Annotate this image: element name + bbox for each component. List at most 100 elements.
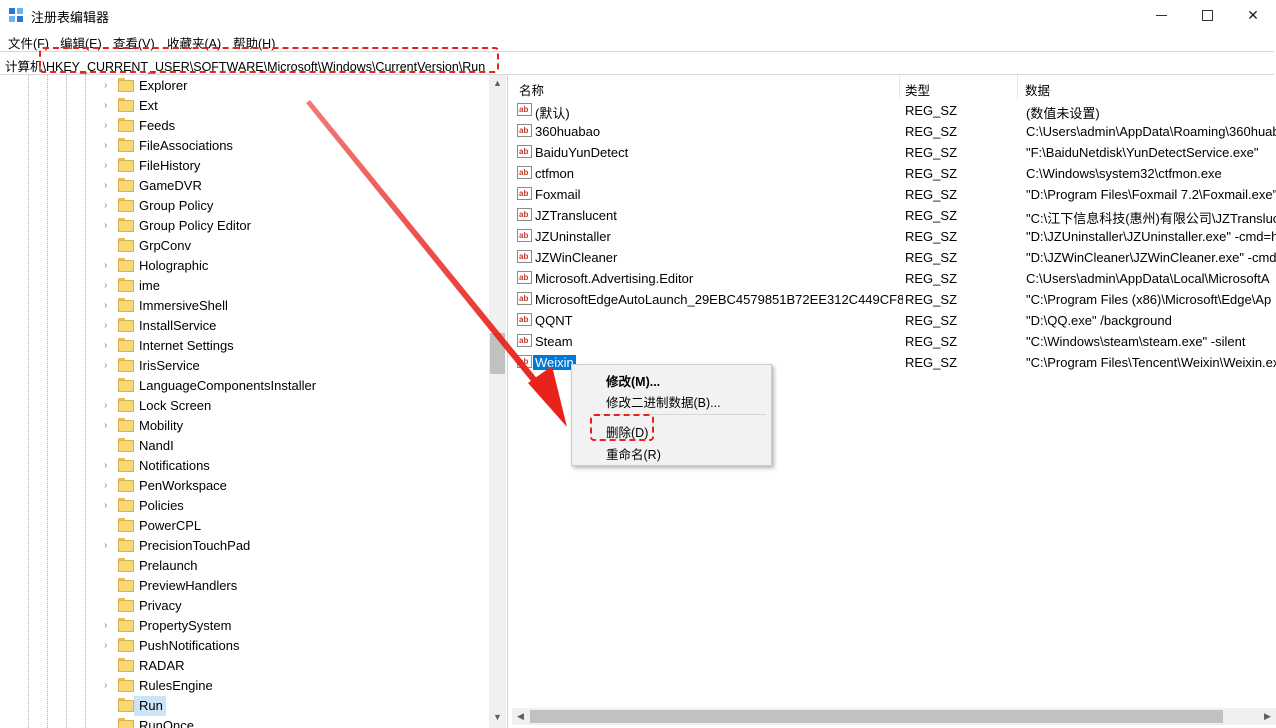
tree-item[interactable]: › Feeds bbox=[104, 116, 484, 136]
tree-item-label: FileHistory bbox=[139, 158, 201, 173]
value-name: BaiduYunDetect bbox=[535, 145, 629, 160]
chevron-right-icon[interactable]: › bbox=[104, 340, 114, 352]
folder-icon bbox=[118, 558, 134, 572]
list-row[interactable]: ab MicrosoftEdgeAutoLaunch_29EBC4579851B7… bbox=[512, 289, 1276, 310]
tree-item[interactable]: › Explorer bbox=[104, 76, 484, 96]
string-value-icon: ab bbox=[517, 334, 532, 347]
chevron-right-icon[interactable]: › bbox=[104, 160, 114, 172]
chevron-right-icon[interactable]: › bbox=[104, 140, 114, 152]
tree-item[interactable]: › ime bbox=[104, 276, 484, 296]
tree-item[interactable]: Privacy bbox=[104, 596, 484, 616]
tree-item[interactable]: › Mobility bbox=[104, 416, 484, 436]
tree-item[interactable]: › Policies bbox=[104, 496, 484, 516]
tree-item[interactable]: PreviewHandlers bbox=[104, 576, 484, 596]
tree-item[interactable]: › PropertySystem bbox=[104, 616, 484, 636]
chevron-right-icon[interactable]: › bbox=[104, 320, 114, 332]
folder-icon bbox=[118, 418, 134, 432]
tree-item[interactable]: › Notifications bbox=[104, 456, 484, 476]
column-header-name[interactable]: 名称 bbox=[512, 75, 902, 99]
tree-item[interactable]: › Holographic bbox=[104, 256, 484, 276]
tree-item[interactable]: › GameDVR bbox=[104, 176, 484, 196]
menu-rename[interactable]: 重命名(R) bbox=[572, 440, 771, 462]
list-row[interactable]: ab Microsoft.Advertising.Editor REG_SZ C:\U… bbox=[512, 268, 1276, 289]
registry-tree[interactable]: › Explorer › Ext › Feeds › FileAssociations › Fil… bbox=[0, 75, 508, 728]
tree-item[interactable]: › PushNotifications bbox=[104, 636, 484, 656]
minimize-button[interactable] bbox=[1138, 0, 1184, 31]
chevron-right-icon[interactable]: › bbox=[104, 300, 114, 312]
tree-item[interactable]: GrpConv bbox=[104, 236, 484, 256]
list-row[interactable]: ab (默认) REG_SZ (数值未设置) bbox=[512, 100, 1276, 121]
list-row[interactable]: ab Steam REG_SZ "C:\Windows\steam\steam.exe… bbox=[512, 331, 1276, 352]
tree-item[interactable]: › Group Policy bbox=[104, 196, 484, 216]
tree-item[interactable]: Prelaunch bbox=[104, 556, 484, 576]
value-type: REG_SZ bbox=[905, 187, 958, 202]
list-row[interactable]: ab JZWinCleaner REG_SZ "D:\JZWinCleaner\JZW… bbox=[512, 247, 1276, 268]
tree-item[interactable]: › ImmersiveShell bbox=[104, 296, 484, 316]
list-row[interactable]: ab 360huabao REG_SZ C:\Users\admin\AppData\… bbox=[512, 121, 1276, 142]
scroll-thumb[interactable] bbox=[490, 333, 505, 374]
list-row[interactable]: ab ctfmon REG_SZ C:\Windows\system32\ctfmon… bbox=[512, 163, 1276, 184]
scroll-right-icon[interactable]: ▶ bbox=[1259, 708, 1276, 725]
hscroll-thumb[interactable] bbox=[530, 710, 1223, 723]
chevron-right-icon[interactable]: › bbox=[104, 500, 114, 512]
maximize-icon bbox=[1201, 10, 1213, 21]
scroll-down-icon[interactable]: ▼ bbox=[489, 709, 506, 726]
value-name: MicrosoftEdgeAutoLaunch_29EBC4579851B72E… bbox=[535, 292, 903, 307]
chevron-right-icon[interactable]: › bbox=[104, 540, 114, 552]
tree-item-label: NandI bbox=[139, 438, 174, 453]
tree-item[interactable]: LanguageComponentsInstaller bbox=[104, 376, 484, 396]
menu-modify[interactable]: 修改(M)... bbox=[572, 367, 771, 389]
chevron-right-icon[interactable]: › bbox=[104, 200, 114, 212]
chevron-right-icon[interactable]: › bbox=[104, 100, 114, 112]
chevron-right-icon[interactable]: › bbox=[104, 220, 114, 232]
scroll-left-icon[interactable]: ◀ bbox=[512, 708, 529, 725]
tree-item[interactable]: NandI bbox=[104, 436, 484, 456]
tree-item[interactable]: › Internet Settings bbox=[104, 336, 484, 356]
tree-item[interactable]: RADAR bbox=[104, 656, 484, 676]
column-header-type[interactable]: 类型 bbox=[900, 75, 1018, 99]
tree-item-label: RADAR bbox=[139, 658, 185, 673]
column-header-data[interactable]: 数据 bbox=[1018, 75, 1276, 99]
chevron-right-icon[interactable]: › bbox=[104, 280, 114, 292]
chevron-right-icon[interactable]: › bbox=[104, 420, 114, 432]
chevron-right-icon[interactable]: › bbox=[104, 480, 114, 492]
chevron-right-icon[interactable]: › bbox=[104, 120, 114, 132]
tree-scrollbar[interactable]: ▲ ▼ bbox=[489, 75, 506, 728]
value-name: QQNT bbox=[535, 313, 573, 328]
chevron-right-icon[interactable]: › bbox=[104, 400, 114, 412]
scroll-up-icon[interactable]: ▲ bbox=[489, 75, 506, 92]
tree-item[interactable]: › IrisService bbox=[104, 356, 484, 376]
tree-item[interactable]: Run bbox=[104, 696, 484, 716]
list-row[interactable]: ab JZUninstaller REG_SZ "D:\JZUninstaller\J… bbox=[512, 226, 1276, 247]
chevron-right-icon[interactable]: › bbox=[104, 680, 114, 692]
close-button[interactable]: ✕ bbox=[1230, 0, 1276, 31]
string-value-icon: ab bbox=[517, 292, 532, 305]
chevron-right-icon[interactable]: › bbox=[104, 640, 114, 652]
tree-item[interactable]: PowerCPL bbox=[104, 516, 484, 536]
list-hscrollbar[interactable]: ◀ ▶ bbox=[512, 708, 1276, 725]
chevron-right-icon[interactable]: › bbox=[104, 360, 114, 372]
maximize-button[interactable] bbox=[1184, 0, 1230, 31]
tree-item[interactable]: › Ext bbox=[104, 96, 484, 116]
tree-item[interactable]: › PenWorkspace bbox=[104, 476, 484, 496]
tree-item[interactable]: › InstallService bbox=[104, 316, 484, 336]
list-row[interactable]: ab QQNT REG_SZ "D:\QQ.exe" /background bbox=[512, 310, 1276, 331]
chevron-right-icon[interactable]: › bbox=[104, 620, 114, 632]
chevron-right-icon[interactable]: › bbox=[104, 180, 114, 192]
tree-item[interactable]: › FileHistory bbox=[104, 156, 484, 176]
tree-item[interactable]: RunOnce bbox=[104, 716, 484, 728]
chevron-right-icon[interactable]: › bbox=[104, 80, 114, 92]
menu-modify-binary[interactable]: 修改二进制数据(B)... bbox=[572, 388, 771, 410]
list-row[interactable]: ab Foxmail REG_SZ "D:\Program Files\Foxmail… bbox=[512, 184, 1276, 205]
chevron-right-icon[interactable]: › bbox=[104, 260, 114, 272]
chevron-right-icon[interactable]: › bbox=[104, 460, 114, 472]
tree-item[interactable]: › Lock Screen bbox=[104, 396, 484, 416]
tree-item[interactable]: › RulesEngine bbox=[104, 676, 484, 696]
list-row[interactable]: ab JZTranslucent REG_SZ "C:\江下信息科技(惠州)有限公司\… bbox=[512, 205, 1276, 226]
tree-item-label: ImmersiveShell bbox=[139, 298, 228, 313]
tree-item[interactable]: › FileAssociations bbox=[104, 136, 484, 156]
tree-item[interactable]: › Group Policy Editor bbox=[104, 216, 484, 236]
list-row[interactable]: ab BaiduYunDetect REG_SZ "F:\BaiduNetdisk\Y… bbox=[512, 142, 1276, 163]
tree-item[interactable]: › PrecisionTouchPad bbox=[104, 536, 484, 556]
folder-icon bbox=[118, 118, 134, 132]
